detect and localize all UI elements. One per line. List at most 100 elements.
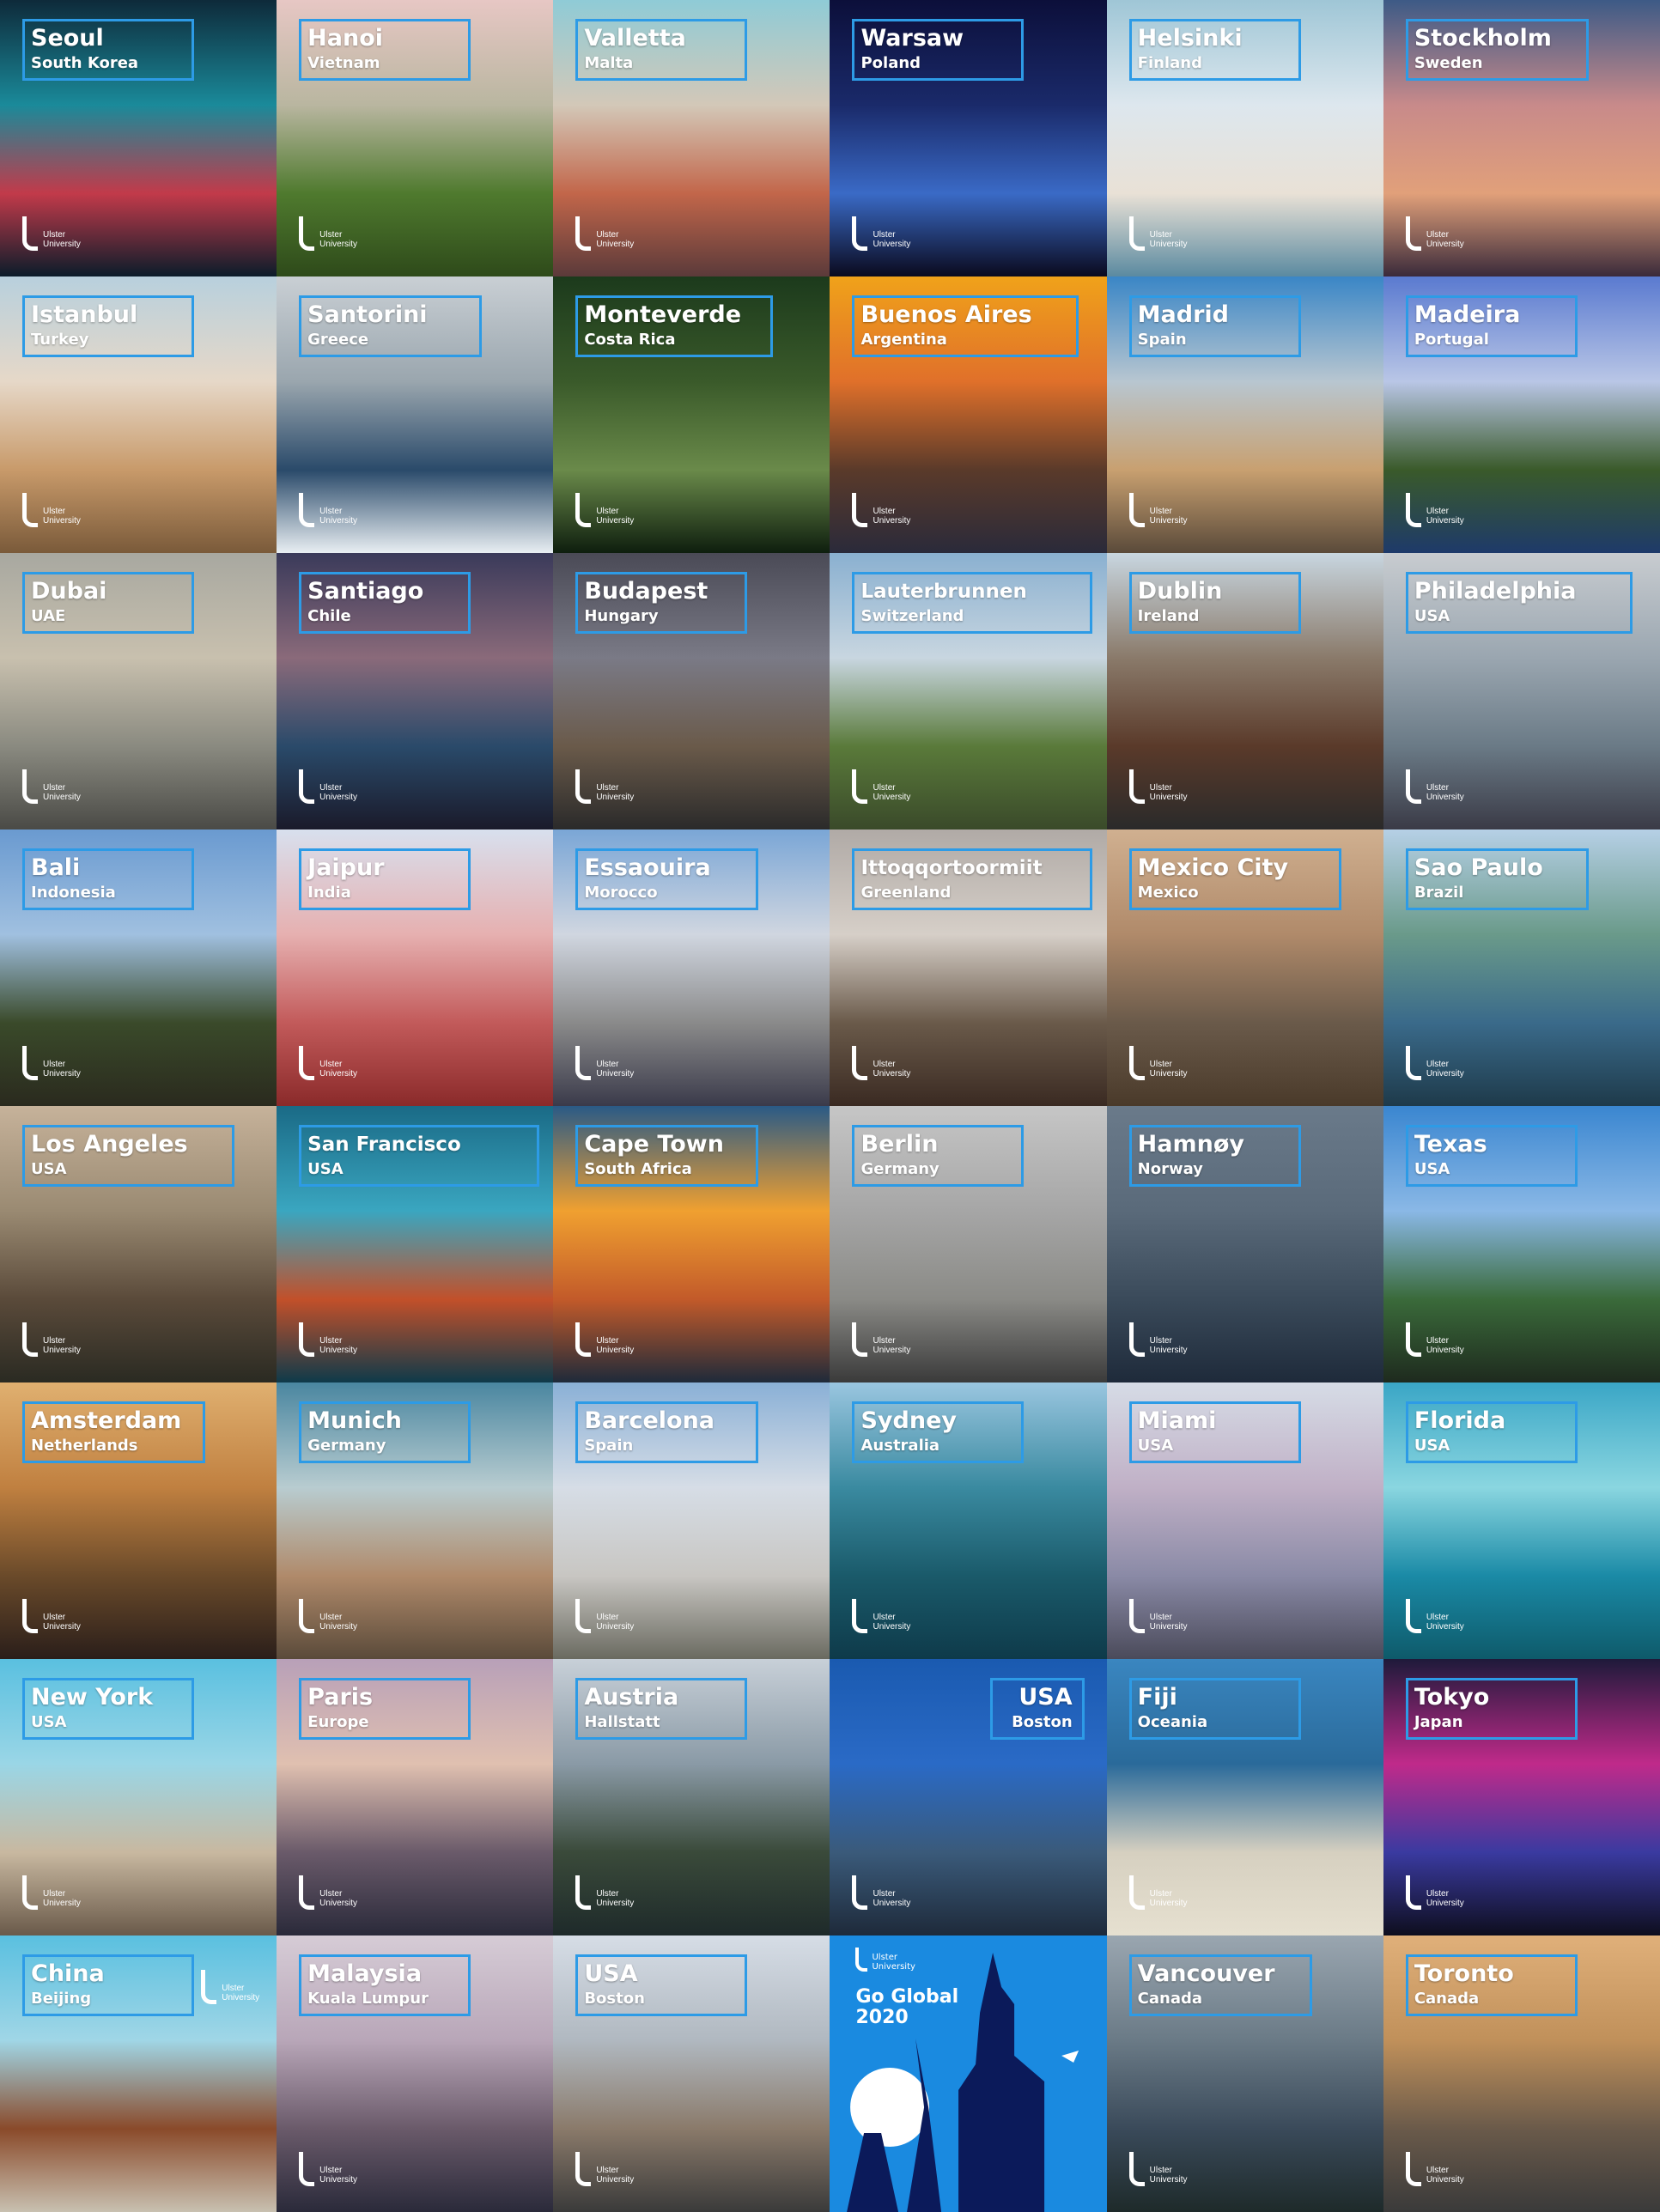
ulster-university-logo: Ulster University: [1128, 2152, 1188, 2186]
destination-city: Malaysia: [307, 1960, 423, 1987]
ulster-u-icon: [22, 1046, 38, 1080]
destination-tile: China Beijing Ulster University: [0, 1936, 277, 2212]
logo-text: Ulster University: [222, 1984, 260, 2002]
ulster-u-icon: [852, 1599, 868, 1633]
destination-tile: Istanbul Turkey Ulster University: [0, 276, 277, 553]
ulster-u-icon: [852, 493, 868, 527]
destination-country: Greenland: [860, 884, 952, 902]
ulster-university-logo: Ulster University: [1128, 1599, 1188, 1633]
ulster-university-logo: Ulster University: [852, 1875, 910, 1910]
destination-tile: San Francisco USA Ulster University: [277, 1106, 554, 1382]
destination-tile: Santiago Chile Ulster University: [277, 553, 554, 830]
ulster-university-logo: Ulster University: [1405, 1599, 1464, 1633]
destination-country: Boston: [1012, 1713, 1073, 1731]
ulster-university-logo: Ulster University: [575, 493, 634, 527]
ulster-u-icon: [299, 1875, 315, 1910]
ulster-u-icon: [575, 1875, 592, 1910]
destination-country: Germany: [307, 1437, 386, 1455]
destination-country: Turkey: [31, 331, 89, 349]
ulster-u-icon: [575, 1599, 592, 1633]
logo-text: Ulster University: [873, 783, 911, 802]
logo-text: Ulster University: [872, 1953, 915, 1972]
destination-country: Spain: [1137, 331, 1187, 349]
destination-country: Netherlands: [31, 1437, 138, 1455]
ulster-u-icon: [22, 1875, 38, 1910]
ulster-u-icon: [299, 1322, 315, 1357]
destination-city: Essaouira: [584, 854, 711, 881]
destination-tile: Lauterbrunnen Switzerland Ulster University: [830, 553, 1107, 830]
destination-city: Santorini: [307, 301, 428, 328]
ulster-university-logo: Ulster University: [22, 1046, 81, 1080]
logo-text: Ulster University: [319, 783, 358, 802]
destination-tile: Santorini Greece Ulster University: [277, 276, 554, 553]
logo-text: Ulster University: [43, 1336, 81, 1355]
ulster-university-logo: Ulster University: [1405, 1046, 1464, 1080]
ulster-u-icon: [852, 1322, 868, 1357]
logo-text: Ulster University: [1149, 1060, 1188, 1079]
logo-text: Ulster University: [319, 1060, 358, 1079]
destination-tile: Dubai UAE Ulster University: [0, 553, 277, 830]
ulster-u-icon: [575, 1322, 592, 1357]
logo-text: Ulster University: [319, 1336, 358, 1355]
ulster-university-logo: Ulster University: [299, 1046, 357, 1080]
destination-city: Texas: [1414, 1131, 1487, 1158]
destination-tile: Malaysia Kuala Lumpur Ulster University: [277, 1936, 554, 2212]
destination-tile: Warsaw Poland Ulster University: [830, 0, 1107, 276]
destination-tile: Fiji Oceania Ulster University: [1106, 1659, 1383, 1936]
logo-text: Ulster University: [1149, 230, 1188, 249]
ulster-university-logo: Ulster University: [201, 1970, 259, 2004]
destination-city: Philadelphia: [1414, 578, 1577, 605]
destination-country: Malta: [584, 54, 634, 72]
destination-city: San Francisco: [307, 1133, 461, 1156]
destination-country: Vietnam: [307, 54, 380, 72]
ulster-university-logo: Ulster University: [852, 1046, 910, 1080]
destination-country: Beijing: [31, 1990, 92, 2008]
destination-tile: Madrid Spain Ulster University: [1106, 276, 1383, 553]
destination-country: Kuala Lumpur: [307, 1990, 429, 2008]
destination-tile: Tokyo Japan Ulster University: [1383, 1659, 1660, 1936]
ulster-university-logo: Ulster University: [855, 1948, 915, 1972]
logo-text: Ulster University: [43, 783, 81, 802]
destination-city: Florida: [1414, 1407, 1506, 1434]
ulster-university-logo: Ulster University: [1405, 216, 1464, 251]
ulster-university-logo: Ulster University: [575, 216, 634, 251]
destination-city: Vancouver: [1137, 1960, 1275, 1987]
destination-country: Germany: [860, 1160, 939, 1178]
destination-tile: Paris Europe Ulster University: [277, 1659, 554, 1936]
ulster-u-icon: [852, 769, 868, 804]
logo-text: Ulster University: [1426, 1889, 1464, 1908]
destination-city: Valletta: [584, 25, 686, 52]
ulster-u-icon: [1405, 1875, 1421, 1910]
destination-city: Istanbul: [31, 301, 138, 328]
destination-tile: USA Boston Ulster University: [553, 1936, 830, 2212]
destination-country: Indonesia: [31, 884, 116, 902]
ulster-u-icon: [22, 1322, 38, 1357]
ulster-u-icon: [1128, 493, 1145, 527]
destination-tile: Madeira Portugal Ulster University: [1383, 276, 1660, 553]
logo-text: Ulster University: [873, 1060, 911, 1079]
destination-tile: Miami USA Ulster University: [1106, 1382, 1383, 1659]
ulster-university-logo: Ulster University: [22, 1322, 81, 1357]
destination-tile: Hamnøy Norway Ulster University: [1106, 1106, 1383, 1382]
ulster-u-icon: [1128, 1046, 1145, 1080]
destination-country: Portugal: [1414, 331, 1489, 349]
ulster-university-logo: Ulster University: [22, 1599, 81, 1633]
logo-text: Ulster University: [873, 507, 911, 526]
destination-city: Dublin: [1137, 578, 1223, 605]
destination-city: Warsaw: [860, 25, 964, 52]
ulster-u-icon: [1128, 769, 1145, 804]
destination-city: Austria: [584, 1684, 679, 1711]
ulster-university-logo: Ulster University: [1405, 493, 1464, 527]
destination-tile: USA Boston Ulster University: [830, 1659, 1107, 1936]
destination-city: Monteverde: [584, 301, 742, 328]
destination-city: Tokyo: [1414, 1684, 1490, 1711]
ulster-u-icon: [1405, 2152, 1421, 2186]
destination-country: Hungary: [584, 607, 659, 625]
ulster-u-icon: [299, 769, 315, 804]
logo-text: Ulster University: [319, 507, 358, 526]
destination-country: Argentina: [860, 331, 947, 349]
destination-city: Barcelona: [584, 1407, 715, 1434]
destination-city: Paris: [307, 1684, 374, 1711]
logo-text: Ulster University: [43, 230, 81, 249]
ulster-u-icon: [1405, 1322, 1421, 1357]
